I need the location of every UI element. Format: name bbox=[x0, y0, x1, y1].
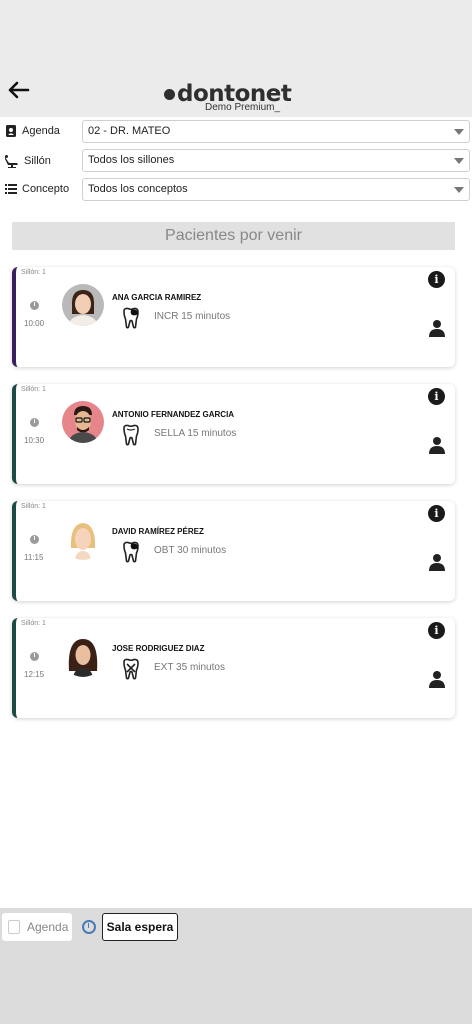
user-icon[interactable] bbox=[429, 670, 445, 688]
patient-card[interactable]: Sillón: 1 12:15 JOSE RODRIGUEZ DIAZ EXT … bbox=[12, 618, 455, 718]
agenda-label-text: Agenda bbox=[22, 125, 60, 137]
tab-agenda-label: Agenda bbox=[27, 920, 69, 934]
treatment-label: EXT 35 minutos bbox=[154, 662, 225, 673]
sillon-label-text: Sillón bbox=[24, 155, 51, 167]
sillon-filter-label: Sillón bbox=[4, 150, 51, 172]
agenda-select[interactable]: 02 - DR. MATEO bbox=[82, 120, 470, 143]
info-icon[interactable]: i bbox=[428, 505, 445, 522]
tooth-icon bbox=[123, 307, 139, 329]
patient-card[interactable]: Sillón: 1 10:30 ANTONIO FERNANDEZ GARCIA… bbox=[12, 384, 455, 484]
user-icon[interactable] bbox=[429, 553, 445, 571]
agenda-filter-label: Agenda bbox=[4, 120, 60, 142]
user-icon[interactable] bbox=[429, 319, 445, 337]
concepto-label-text: Concepto bbox=[22, 183, 70, 195]
avatar bbox=[62, 284, 104, 326]
patient-name: ANA GARCIA RAMIREZ bbox=[112, 293, 202, 302]
appointment-time: 12:15 bbox=[24, 670, 45, 679]
patient-name: ANTONIO FERNANDEZ GARCIA bbox=[112, 410, 235, 419]
agenda-select-value: 02 - DR. MATEO bbox=[88, 125, 171, 137]
sillon-select[interactable]: Todos los sillones bbox=[82, 149, 470, 172]
clock-icon bbox=[82, 920, 96, 934]
clock-icon bbox=[30, 535, 39, 544]
treatment-label: SELLA 15 minutos bbox=[154, 428, 237, 439]
concepto-filter-label: Concepto bbox=[4, 178, 69, 200]
user-icon[interactable] bbox=[429, 436, 445, 454]
avatar bbox=[62, 635, 104, 677]
calendar-icon bbox=[8, 920, 20, 934]
tooth-icon bbox=[123, 424, 139, 446]
chevron-down-icon bbox=[454, 158, 464, 164]
chevron-down-icon bbox=[454, 187, 464, 193]
clock-icon bbox=[30, 652, 39, 661]
treatment-label: INCR 15 minutos bbox=[154, 311, 231, 322]
chair-label: Sillón: 1 bbox=[21, 269, 46, 276]
logo-dot-icon bbox=[164, 89, 175, 100]
patient-card[interactable]: Sillón: 1 11:15 DAVID RAMÍREZ PÉREZ OBT … bbox=[12, 501, 455, 601]
avatar bbox=[62, 401, 104, 443]
clock-icon bbox=[30, 418, 39, 427]
back-arrow-icon[interactable] bbox=[6, 80, 30, 100]
concepto-select[interactable]: Todos los conceptos bbox=[82, 178, 470, 201]
contact-book-icon bbox=[6, 125, 16, 137]
avatar bbox=[62, 518, 104, 560]
chair-label: Sillón: 1 bbox=[21, 386, 46, 393]
status-bar bbox=[0, 0, 472, 75]
chair-label: Sillón: 1 bbox=[21, 620, 46, 627]
info-icon[interactable]: i bbox=[428, 622, 445, 639]
concepto-select-value: Todos los conceptos bbox=[88, 183, 188, 195]
sillon-select-value: Todos los sillones bbox=[88, 154, 175, 166]
chair-label: Sillón: 1 bbox=[21, 503, 46, 510]
tab-sala-espera[interactable]: Sala espera bbox=[102, 913, 178, 941]
list-icon bbox=[5, 184, 17, 194]
chevron-down-icon bbox=[454, 129, 464, 135]
patient-name: JOSE RODRIGUEZ DIAZ bbox=[112, 644, 205, 653]
tab-agenda[interactable]: Agenda bbox=[2, 913, 72, 941]
appointment-time: 11:15 bbox=[24, 553, 44, 562]
info-icon[interactable]: i bbox=[428, 271, 445, 288]
section-title: Pacientes por venir bbox=[12, 222, 455, 250]
dental-chair-icon bbox=[5, 155, 18, 168]
patient-name: DAVID RAMÍREZ PÉREZ bbox=[112, 527, 204, 536]
clock-icon bbox=[30, 301, 39, 310]
info-icon[interactable]: i bbox=[428, 388, 445, 405]
appointment-time: 10:00 bbox=[24, 319, 45, 328]
tooth-icon bbox=[123, 541, 139, 563]
patient-card[interactable]: Sillón: 1 10:00 ANA GARCIA RAMIREZ INCR … bbox=[12, 267, 455, 367]
tooth-icon bbox=[123, 658, 139, 680]
treatment-label: OBT 30 minutos bbox=[154, 545, 227, 556]
appointment-time: 10:30 bbox=[24, 436, 45, 445]
logo-subtitle: Demo Premium_ bbox=[205, 102, 281, 113]
